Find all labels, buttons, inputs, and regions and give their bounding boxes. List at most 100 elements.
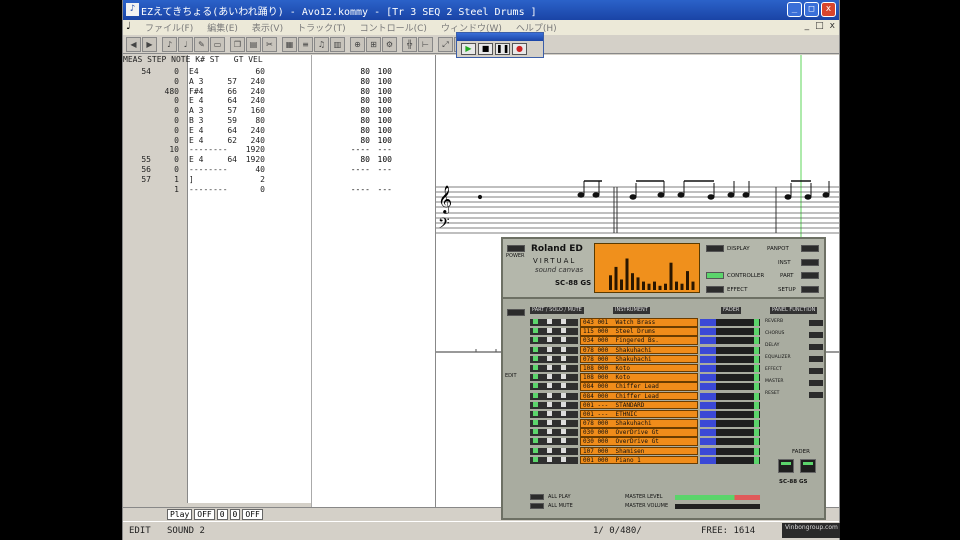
param-row[interactable]: 80 100 (312, 77, 435, 87)
solo-led[interactable] (547, 337, 552, 343)
pause-icon[interactable]: ❚❚ (495, 43, 510, 55)
solo-led[interactable] (547, 429, 552, 435)
part-fader[interactable] (700, 438, 760, 446)
panel-function-row[interactable]: EFFECT (765, 366, 825, 378)
toolbar-piano-icon[interactable]: ▥ (330, 36, 345, 52)
note-head[interactable] (742, 192, 750, 198)
panel-function-button[interactable] (809, 368, 823, 374)
part-row[interactable]: 034 000 Fingered Bs. (530, 336, 760, 345)
fader-knob[interactable] (754, 401, 759, 409)
mdi-minimize-button[interactable]: _ (805, 21, 810, 31)
solo-led[interactable] (547, 392, 552, 398)
part-button[interactable] (801, 272, 819, 279)
menu-track[interactable]: トラック(T) (297, 21, 346, 34)
event-row[interactable]: 57 1] 2 (123, 175, 311, 185)
option-field-1[interactable]: OFF (194, 509, 215, 520)
panel-function-row[interactable]: DELAY (765, 342, 825, 354)
param-row[interactable]: 80 100 (312, 155, 435, 165)
fader-knob[interactable] (754, 392, 759, 400)
solo-led[interactable] (547, 346, 552, 352)
instrument-select[interactable]: 115 000 Steel Drums (580, 327, 698, 336)
part-row[interactable]: 084 000 Chiffer Lead (530, 391, 760, 401)
part-row[interactable]: 078 000 Shakuhachi (530, 419, 760, 428)
note-head[interactable] (784, 194, 792, 200)
solo-led[interactable] (547, 319, 552, 324)
mute-led[interactable] (561, 383, 566, 389)
instrument-select[interactable]: 030 000 OverDrive Gt (580, 428, 698, 437)
param-row[interactable] (312, 175, 435, 185)
note-head[interactable] (677, 192, 685, 198)
note-head[interactable] (804, 194, 812, 200)
fader-knob[interactable] (754, 355, 759, 363)
fader-knob[interactable] (754, 383, 759, 391)
event-row[interactable]: 0 A 3 57 160 (123, 106, 311, 116)
panel-function-button[interactable] (809, 380, 823, 386)
mute-led[interactable] (561, 429, 566, 435)
solo-led[interactable] (547, 410, 552, 416)
mdi-close-button[interactable]: x (830, 21, 835, 31)
param-row[interactable]: ---- --- (312, 185, 435, 195)
solo-led[interactable] (547, 447, 552, 453)
toolbar-tool-icon[interactable]: ⚙ (382, 36, 397, 52)
power-button[interactable] (507, 245, 525, 252)
fader-knob[interactable] (754, 328, 759, 336)
param-row[interactable]: 80 100 (312, 87, 435, 97)
toolbar-prev-icon[interactable]: ◀ (126, 36, 141, 52)
instrument-select[interactable]: 043 001 Watch Brass (580, 318, 698, 327)
solo-led[interactable] (547, 456, 552, 462)
master-volume-slider[interactable] (675, 504, 760, 509)
solo-led[interactable] (547, 383, 552, 389)
toolbar-split-icon[interactable]: ╬ (402, 36, 417, 52)
part-fader[interactable] (700, 392, 760, 400)
display-button[interactable] (706, 245, 724, 252)
param-row[interactable]: 80 100 (312, 126, 435, 136)
mute-led[interactable] (561, 319, 566, 324)
toolbar-copy-icon[interactable]: ❐ (230, 36, 245, 52)
part-fader[interactable] (700, 374, 760, 382)
part-fader[interactable] (700, 355, 760, 363)
panel-function-row[interactable]: REVERB (765, 318, 825, 330)
event-row[interactable]: 0 E 4 62 240 (123, 136, 311, 146)
event-row[interactable]: 0 E 4 64 240 (123, 126, 311, 136)
part-fader[interactable] (700, 383, 760, 391)
part-row[interactable]: 030 000 OverDrive Gt (530, 428, 760, 437)
part-fader[interactable] (700, 410, 760, 418)
all-play-button[interactable] (530, 494, 544, 500)
instrument-select[interactable]: 078 000 Shakuhachi (580, 345, 698, 355)
mute-led[interactable] (561, 456, 566, 462)
fader-knob[interactable] (754, 447, 759, 455)
instrument-select[interactable]: 084 000 Chiffer Lead (580, 391, 698, 400)
instrument-select[interactable]: 108 000 Koto (580, 373, 698, 382)
fader-knob[interactable] (754, 429, 759, 437)
part-fader[interactable] (700, 429, 760, 437)
event-row[interactable]: 56 0 -------- 40 (123, 165, 311, 175)
event-row[interactable]: 0 E 4 64 240 (123, 96, 311, 106)
toolbar-paste-icon[interactable]: ▤ (246, 36, 261, 52)
toolbar-pencil-icon[interactable]: ✎ (194, 36, 209, 52)
controller-button[interactable] (706, 272, 724, 279)
instrument-select[interactable]: 078 000 Shakuhachi (580, 354, 698, 364)
mdi-restore-button[interactable]: □ (815, 21, 824, 31)
play-mode-field[interactable]: Play (167, 509, 193, 520)
param-row[interactable]: ---- --- (312, 165, 435, 175)
part-fader[interactable] (700, 420, 760, 428)
solo-led[interactable] (547, 374, 552, 380)
setup-button[interactable] (801, 286, 819, 293)
mute-led[interactable] (561, 337, 566, 343)
fader-select-button-2[interactable] (800, 459, 816, 473)
part-row[interactable]: 108 000 Koto (530, 373, 760, 382)
instrument-select[interactable]: 084 000 Chiffer Lead (580, 382, 698, 391)
toolbar-zoom-icon[interactable]: ⊕ (350, 36, 365, 52)
param-row[interactable]: 80 100 (312, 136, 435, 146)
inst-button[interactable] (801, 259, 819, 266)
mute-led[interactable] (561, 401, 566, 407)
note-head[interactable] (592, 192, 600, 198)
instrument-select[interactable]: 001 000 Piano 1 (580, 455, 698, 465)
instrument-select[interactable]: 030 000 OverDrive Gt (580, 437, 698, 446)
solo-led[interactable] (547, 355, 552, 361)
option-field-2[interactable]: 0 (216, 509, 228, 520)
event-row[interactable]: 55 0 E 4 64 1920 (123, 155, 311, 165)
fader-knob[interactable] (754, 346, 759, 354)
panel-function-button[interactable] (809, 332, 823, 338)
event-row[interactable]: 1 -------- 0 (123, 185, 311, 195)
